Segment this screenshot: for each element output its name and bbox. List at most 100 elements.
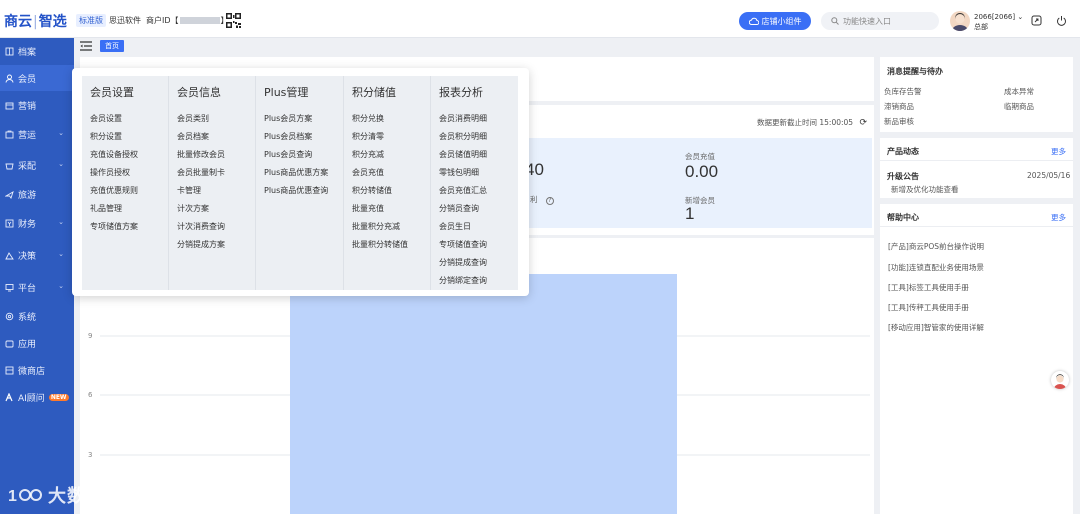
menu-item[interactable]: 计次方案 xyxy=(177,203,209,214)
merchant-id: 商户ID【】 xyxy=(146,16,229,25)
menu-item[interactable]: 卡管理 xyxy=(177,185,201,196)
menu-item[interactable]: 充值优惠规则 xyxy=(90,185,138,196)
menu-item[interactable]: Plus商品优惠方案 xyxy=(264,167,328,178)
menu-item[interactable]: 会员档案 xyxy=(177,131,209,142)
menu-item[interactable]: Plus商品优惠查询 xyxy=(264,185,328,196)
menu-item[interactable]: 积分充减 xyxy=(352,149,384,160)
sidebar-item-platform[interactable]: 平台 ⌄ xyxy=(0,274,74,300)
customer-service-avatar[interactable] xyxy=(1051,371,1069,389)
todo-item[interactable]: 滞销商品 xyxy=(884,101,914,112)
new-badge: NEW xyxy=(48,393,69,401)
menu-item[interactable]: 会员充值 xyxy=(352,167,384,178)
user-avatar[interactable] xyxy=(950,11,970,31)
marketing-icon xyxy=(5,102,14,109)
menu-item[interactable]: 会员生日 xyxy=(439,221,471,232)
apps-icon xyxy=(5,340,14,347)
menu-collapse-icon[interactable] xyxy=(80,41,92,51)
menu-column-title: 报表分析 xyxy=(439,86,483,99)
sidebar-item-ai[interactable]: AI顾问 NEW xyxy=(0,384,74,410)
chevron-down-icon: ⌄ xyxy=(58,218,64,226)
menu-item[interactable]: 批量修改会员 xyxy=(177,149,225,160)
sidebar-item-operations[interactable]: 营运 ⌄ xyxy=(0,121,74,147)
menu-item[interactable]: 会员消费明细 xyxy=(439,113,487,124)
help-circle-icon[interactable]: ? xyxy=(545,197,554,205)
sidebar-item-travel[interactable]: 旅游 xyxy=(0,181,74,207)
app-logo[interactable]: 商云|智选 xyxy=(4,11,67,31)
menu-item[interactable]: 会员设置 xyxy=(90,113,122,124)
member-recharge-label: 会员充值 xyxy=(685,152,715,161)
menu-item[interactable]: 分销提成查询 xyxy=(439,257,487,268)
menu-item[interactable]: 会员类别 xyxy=(177,113,209,124)
help-link[interactable]: [功能]连锁直配业务使用场景 xyxy=(888,262,984,273)
sidebar-item-archive[interactable]: 档案 xyxy=(0,38,74,64)
sidebar-item-apps[interactable]: 应用 xyxy=(0,330,74,356)
menu-item[interactable]: 分销提成方案 xyxy=(177,239,225,250)
store-icon xyxy=(5,366,14,374)
platform-icon xyxy=(5,283,14,291)
menu-item[interactable]: 专项储值查询 xyxy=(439,239,487,250)
menu-item[interactable]: 会员批量制卡 xyxy=(177,167,225,178)
todo-item[interactable]: 成本异常 xyxy=(1004,86,1034,97)
help-link[interactable]: [产品]商云POS前台操作说明 xyxy=(888,241,984,252)
y-tick-label: 9 xyxy=(88,332,92,340)
menu-item[interactable]: 积分转储值 xyxy=(352,185,392,196)
menu-item[interactable]: 积分设置 xyxy=(90,131,122,142)
menu-item[interactable]: 会员积分明细 xyxy=(439,131,487,142)
menu-item[interactable]: Plus会员方案 xyxy=(264,113,312,124)
software-name: 思迅软件 xyxy=(109,16,141,25)
todo-item[interactable]: 负库存告警 xyxy=(884,86,922,97)
menu-item[interactable]: 计次消费查询 xyxy=(177,221,225,232)
help-link[interactable]: [工具]传秤工具使用手册 xyxy=(888,302,969,313)
refresh-icon[interactable]: ⟳ xyxy=(859,118,867,128)
fullscreen-icon[interactable] xyxy=(1031,15,1042,26)
sidebar-item-finance[interactable]: 财务 ⌄ xyxy=(0,210,74,236)
menu-column: 会员设置 会员设置 积分设置 充值设备授权 操作员授权 充值优惠规则 礼品管理 专项储值方案 xyxy=(82,76,169,290)
sidebar-item-marketing[interactable]: 营销 xyxy=(0,92,74,118)
menu-item[interactable]: 会员储值明细 xyxy=(439,149,487,160)
chart-bar[interactable] xyxy=(290,274,677,514)
sidebar-item-system[interactable]: 系统 xyxy=(0,303,74,329)
news-item-desc[interactable]: 新增及优化功能查看 xyxy=(891,184,959,195)
menu-item[interactable]: Plus会员查询 xyxy=(264,149,312,160)
menu-column: 报表分析会员消费明细 会员积分明细 会员储值明细 零钱包明细会员充值汇总 分销员查询会员… xyxy=(431,76,518,290)
system-icon xyxy=(5,312,14,320)
store-widget-button[interactable]: 店铺小组件 xyxy=(739,12,811,30)
menu-item[interactable]: 会员充值汇总 xyxy=(439,185,487,196)
function-search-input[interactable]: 功能快速入口 xyxy=(821,12,939,30)
menu-item[interactable]: 积分清零 xyxy=(352,131,384,142)
menu-column-title: 会员信息 xyxy=(177,86,221,99)
menu-item[interactable]: 专项储值方案 xyxy=(90,221,138,232)
user-info[interactable]: 2066[2066] ⌄ 总部 xyxy=(974,12,1023,32)
search-icon xyxy=(831,17,839,25)
sidebar-item-purchase[interactable]: 采配 ⌄ xyxy=(0,152,74,178)
menu-item[interactable]: 礼品管理 xyxy=(90,203,122,214)
news-title: 产品动态 xyxy=(887,147,919,156)
menu-item[interactable]: 批量积分充减 xyxy=(352,221,400,232)
menu-item[interactable]: 零钱包明细 xyxy=(439,167,479,178)
power-icon[interactable] xyxy=(1056,15,1067,26)
qr-code-icon[interactable] xyxy=(226,13,241,28)
menu-item[interactable]: 操作员授权 xyxy=(90,167,130,178)
todo-item[interactable]: 新品审核 xyxy=(884,116,914,127)
tab-home[interactable]: 首页 xyxy=(100,40,124,52)
edition-badge: 标准版 xyxy=(76,14,106,27)
menu-item[interactable]: 充值设备授权 xyxy=(90,149,138,160)
menu-item[interactable]: 分销员查询 xyxy=(439,203,479,214)
news-panel: 产品动态 更多 升级公告 2025/05/16 新增及优化功能查看 xyxy=(880,138,1073,198)
help-link[interactable]: [工具]标签工具使用手册 xyxy=(888,282,969,293)
menu-column-title: 积分储值 xyxy=(352,86,396,99)
help-more-link[interactable]: 更多 xyxy=(1051,212,1066,223)
news-item-title[interactable]: 升级公告 xyxy=(887,171,919,182)
decision-icon xyxy=(5,251,14,259)
news-more-link[interactable]: 更多 xyxy=(1051,146,1066,157)
menu-item[interactable]: Plus会员档案 xyxy=(264,131,312,142)
menu-item[interactable]: 批量充值 xyxy=(352,203,384,214)
todo-item[interactable]: 临期商品 xyxy=(1004,101,1034,112)
help-link[interactable]: [移动应用]智管家的使用详解 xyxy=(888,322,984,333)
menu-item[interactable]: 批量积分转储值 xyxy=(352,239,408,250)
sidebar-item-member[interactable]: 会员 xyxy=(0,65,74,91)
sidebar-item-decision[interactable]: 决策 ⌄ xyxy=(0,242,74,268)
sidebar-item-store[interactable]: 微商店 xyxy=(0,357,74,383)
menu-item[interactable]: 积分兑换 xyxy=(352,113,384,124)
menu-item[interactable]: 分销绑定查询 xyxy=(439,275,487,286)
